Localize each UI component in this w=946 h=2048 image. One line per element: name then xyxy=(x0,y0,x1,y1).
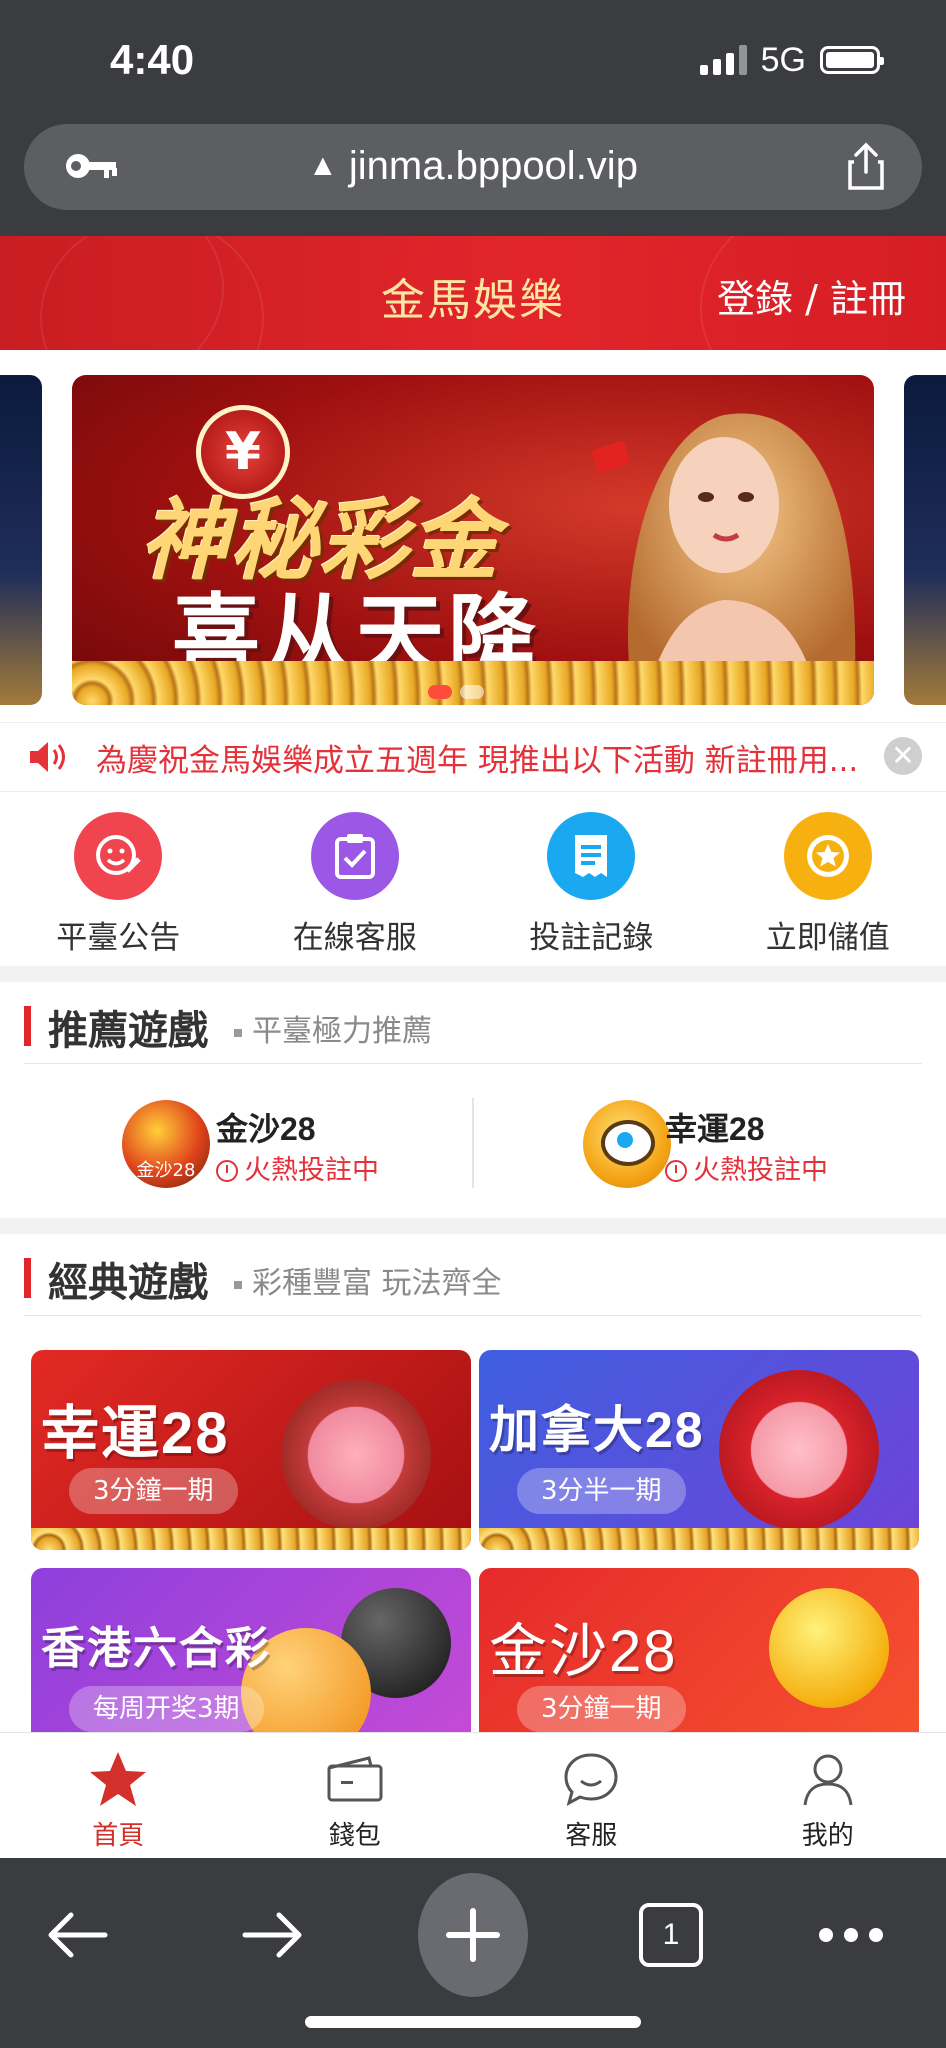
game-card-badge: 3分半一期 xyxy=(517,1468,686,1514)
smile-edit-icon xyxy=(74,812,163,900)
star-coin-icon xyxy=(783,812,872,900)
share-icon[interactable] xyxy=(846,142,886,196)
user-icon xyxy=(796,1749,860,1809)
game-card-canada28[interactable]: 加拿大28 3分半一期 xyxy=(479,1350,919,1550)
warning-icon: ▲ xyxy=(308,149,338,182)
quick-link-bet-records[interactable]: 投註記錄 xyxy=(473,792,710,966)
game-icon-label: 金沙28 xyxy=(136,1160,196,1181)
tab-label: 首頁 xyxy=(92,1821,145,1851)
login-register-link[interactable]: 登錄 / 註冊 xyxy=(717,268,906,323)
promo-banner[interactable]: ¥ 神秘彩金 喜从天降 xyxy=(72,375,874,705)
quick-links: 平臺公告 在線客服 投註記錄 立即儲值 xyxy=(0,792,946,966)
tab-label: 錢包 xyxy=(328,1821,381,1851)
game-card-title: 幸運28 xyxy=(41,1401,230,1466)
carousel-next-slide[interactable] xyxy=(904,375,946,705)
tab-label: 客服 xyxy=(565,1821,618,1851)
game-card-hk-marksix[interactable]: 香港六合彩 每周开奖3期 xyxy=(31,1568,471,1732)
tab-support[interactable]: 客服 xyxy=(473,1733,710,1859)
game-card-title: 金沙28 xyxy=(489,1619,678,1684)
recommended-game-lucky28[interactable]: 幸運28 火熱投註中 xyxy=(473,1076,946,1218)
tab-count: 1 xyxy=(639,1903,703,1967)
game-card-jinsha28[interactable]: 金沙28 3分鐘一期 xyxy=(479,1568,919,1732)
game-card-badge: 3分鐘一期 xyxy=(69,1468,238,1514)
quick-link-label: 在線客服 xyxy=(292,920,417,956)
bottom-tab-bar: 首頁 錢包 客服 我的 xyxy=(0,1732,946,1859)
recommended-game-jinsha28[interactable]: 金沙28 金沙28 火熱投註中 xyxy=(0,1076,473,1218)
quick-link-announcement[interactable]: 平臺公告 xyxy=(0,792,237,966)
classic-games-grid: 幸運28 3分鐘一期 加拿大28 3分半一期 香港六合彩 每周开奖3期 金沙28… xyxy=(0,1316,946,1732)
section-accent-bar xyxy=(24,1006,31,1046)
banner-model-image xyxy=(591,413,856,705)
carousel-dot[interactable] xyxy=(460,685,484,699)
game-card-lucky28[interactable]: 幸運28 3分鐘一期 xyxy=(31,1350,471,1550)
game-name: 幸運28 xyxy=(665,1111,765,1147)
tab-profile[interactable]: 我的 xyxy=(710,1733,946,1859)
game-status: 火熱投註中 xyxy=(216,1148,379,1187)
announcement-marquee[interactable]: 為慶祝金馬娛樂成立五週年 現推出以下活動 新註冊用... ✕ xyxy=(0,722,946,792)
wallet-icon xyxy=(323,1749,387,1809)
section-title: 推薦遊戲 xyxy=(48,1008,208,1054)
section-separator xyxy=(0,966,946,982)
site-header: 金馬娛樂 登錄 / 註冊 xyxy=(0,236,946,350)
lucky28-game-icon xyxy=(583,1100,671,1188)
game-card-badge: 每周开奖3期 xyxy=(69,1686,264,1732)
carousel-prev-slide[interactable] xyxy=(0,375,42,705)
back-arrow-icon[interactable] xyxy=(22,1880,132,1990)
section-title: 經典遊戲 xyxy=(48,1260,208,1306)
network-label: 5G xyxy=(760,40,806,79)
quick-link-label: 立即儲值 xyxy=(765,920,890,956)
tab-label: 我的 xyxy=(801,1821,854,1851)
recommended-games: 金沙28 金沙28 火熱投註中 幸運28 火熱投註中 xyxy=(0,1076,946,1218)
section-separator xyxy=(0,1218,946,1234)
section-subtitle: 平臺極力推薦 xyxy=(234,1006,432,1050)
game-card-title: 加拿大28 xyxy=(489,1402,705,1458)
game-card-badge: 3分鐘一期 xyxy=(517,1686,686,1732)
url-value: jinma.bppool.vip xyxy=(348,144,638,188)
tab-home[interactable]: 首頁 xyxy=(0,1733,237,1859)
url-text[interactable]: ▲ jinma.bppool.vip xyxy=(24,144,922,189)
quick-link-label: 平臺公告 xyxy=(56,920,181,956)
close-icon[interactable]: ✕ xyxy=(884,737,922,775)
tab-switcher-button[interactable]: 1 xyxy=(616,1880,726,1990)
more-menu-icon[interactable] xyxy=(796,1880,906,1990)
forward-arrow-icon[interactable] xyxy=(218,1880,328,1990)
clipboard-check-icon xyxy=(310,812,399,900)
status-time: 4:40 xyxy=(110,36,195,83)
section-subtitle: 彩種豐富 玩法齊全 xyxy=(234,1258,502,1302)
address-bar[interactable]: ▲ jinma.bppool.vip xyxy=(24,124,922,210)
laughing-emoji-image xyxy=(769,1588,889,1708)
banner-carousel[interactable]: ¥ 神秘彩金 喜从天降 xyxy=(0,350,946,720)
game-card-title: 香港六合彩 xyxy=(41,1624,271,1673)
clock-icon xyxy=(665,1160,687,1182)
pig-mascot-image xyxy=(719,1370,879,1530)
quick-link-deposit[interactable]: 立即儲值 xyxy=(710,792,946,966)
game-name: 金沙28 xyxy=(216,1111,316,1147)
speaker-icon xyxy=(28,739,70,779)
new-tab-plus-icon[interactable] xyxy=(418,1873,528,1997)
quick-link-label: 投註記錄 xyxy=(529,920,654,956)
chat-bubble-icon xyxy=(559,1749,623,1809)
marquee-text: 為慶祝金馬娛樂成立五週年 現推出以下活動 新註冊用... xyxy=(96,743,856,779)
section-accent-bar xyxy=(24,1258,31,1298)
signal-icon xyxy=(699,45,747,75)
star-icon xyxy=(86,1749,150,1809)
tab-wallet[interactable]: 錢包 xyxy=(237,1733,474,1859)
jinsha28-game-icon: 金沙28 xyxy=(122,1100,210,1188)
battery-icon xyxy=(820,46,884,74)
game-status: 火熱投註中 xyxy=(665,1148,828,1187)
quick-link-online-service[interactable]: 在線客服 xyxy=(237,792,474,966)
clock-icon xyxy=(216,1160,238,1182)
browser-top-chrome: 4:40 5G ▲ jinma.bppool.vip xyxy=(0,0,946,236)
pig-mascot-image xyxy=(281,1380,431,1530)
receipt-icon xyxy=(547,812,636,900)
recommended-section-header: 推薦遊戲 平臺極力推薦 xyxy=(0,982,946,1064)
home-indicator xyxy=(305,2016,641,2028)
classic-section-header: 經典遊戲 彩種豐富 玩法齊全 xyxy=(0,1234,946,1316)
status-indicators: 5G xyxy=(699,40,884,80)
carousel-dot-active[interactable] xyxy=(428,685,452,699)
